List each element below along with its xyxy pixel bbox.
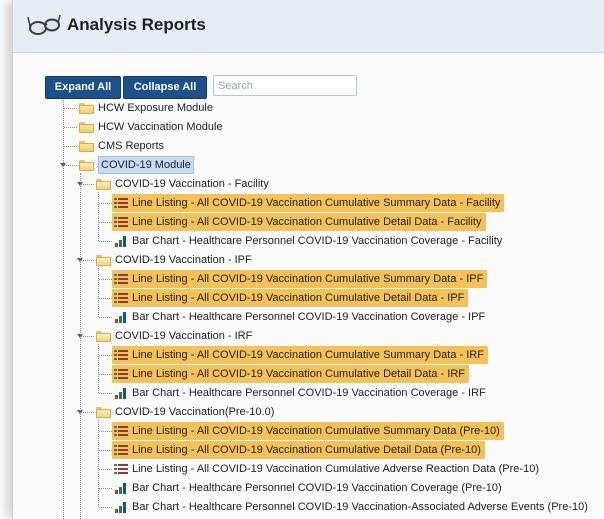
tree-line — [99, 488, 112, 489]
report-label: Bar Chart - Healthcare Personnel COVID-1… — [132, 387, 486, 399]
analysis-reports-window: Analysis Reports Expand All Collapse All… — [12, 0, 604, 519]
tree-node-module-0[interactable]: HCW Exposure Module — [79, 99, 213, 117]
line-listing-report-link[interactable]: Line Listing - All COVID-19 Vaccination … — [112, 422, 504, 440]
eyeglasses-icon — [27, 14, 61, 35]
folder-icon — [96, 178, 111, 190]
report-label: Line Listing - All COVID-19 Vaccination … — [132, 349, 484, 361]
line-listing-icon — [114, 198, 128, 208]
bar-chart-icon — [115, 311, 126, 323]
bar-chart-report-link[interactable]: Bar Chart - Healthcare Personnel COVID-1… — [114, 479, 502, 497]
bar-chart-report-link[interactable]: Bar Chart - Healthcare Personnel COVID-1… — [114, 384, 486, 402]
folder-icon — [79, 159, 94, 171]
tree-line — [64, 108, 77, 109]
folder-icon — [96, 406, 111, 418]
line-listing-report-link[interactable]: Line Listing - All COVID-19 Vaccination … — [112, 441, 485, 459]
page-title: Analysis Reports — [67, 15, 206, 34]
folder-icon — [96, 330, 111, 342]
report-label: Line Listing - All COVID-19 Vaccination … — [132, 463, 539, 475]
tree-line — [63, 100, 64, 519]
bar-chart-icon — [115, 482, 126, 494]
tree-node-label: COVID-19 Vaccination - Facility — [115, 178, 269, 190]
report-label: Line Listing - All COVID-19 Vaccination … — [132, 292, 465, 304]
tree-line — [99, 393, 112, 394]
line-listing-report-link[interactable]: Line Listing - All COVID-19 Vaccination … — [114, 460, 539, 478]
line-listing-report-link[interactable]: Line Listing - All COVID-19 Vaccination … — [112, 365, 469, 383]
tree-line — [99, 374, 112, 375]
report-label: Line Listing - All COVID-19 Vaccination … — [132, 216, 482, 228]
report-label: Bar Chart - Healthcare Personnel COVID-1… — [132, 235, 503, 247]
tree-node-label: HCW Exposure Module — [98, 102, 213, 114]
tree-node-group-1[interactable]: COVID-19 Vaccination - IPF — [96, 251, 252, 269]
report-label: Bar Chart - Healthcare Personnel COVID-1… — [132, 482, 502, 494]
line-listing-icon — [114, 293, 128, 303]
bar-chart-icon — [115, 501, 126, 513]
folder-icon — [79, 140, 94, 152]
report-label: Line Listing - All COVID-19 Vaccination … — [132, 197, 501, 209]
tree-node-group-3[interactable]: COVID-19 Vaccination(Pre-10.0) — [96, 403, 274, 421]
search-input[interactable] — [213, 75, 357, 96]
tree-line — [99, 222, 112, 223]
bar-chart-report-link[interactable]: Bar Chart - Healthcare Personnel COVID-1… — [114, 498, 588, 516]
report-label: Line Listing - All COVID-19 Vaccination … — [132, 444, 481, 456]
tree-line — [98, 420, 99, 507]
line-listing-icon — [114, 274, 128, 284]
tree-line — [98, 192, 99, 241]
tree-node-label: COVID-19 Vaccination - IRF — [115, 330, 253, 342]
tree-line — [98, 344, 99, 393]
folder-icon — [79, 102, 94, 114]
report-label: Line Listing - All COVID-19 Vaccination … — [132, 368, 465, 380]
line-listing-icon — [114, 426, 128, 436]
tree-node-covid19-module[interactable]: COVID-19 Module — [79, 156, 194, 174]
line-listing-icon — [114, 369, 128, 379]
report-label: Line Listing - All COVID-19 Vaccination … — [132, 273, 484, 285]
tree-line — [99, 450, 112, 451]
tree-node-label: COVID-19 Module — [98, 156, 194, 174]
bar-chart-report-link[interactable]: Bar Chart - Healthcare Personnel COVID-1… — [114, 308, 485, 326]
line-listing-report-link[interactable]: Line Listing - All COVID-19 Vaccination … — [112, 213, 486, 231]
tree-line — [64, 127, 77, 128]
collapse-all-button[interactable]: Collapse All — [123, 76, 207, 99]
tree-line — [99, 241, 112, 242]
tree-line — [98, 268, 99, 317]
tree-line — [99, 203, 112, 204]
report-label: Bar Chart - Healthcare Personnel COVID-1… — [132, 501, 588, 513]
expand-all-button[interactable]: Expand All — [45, 76, 121, 99]
tree-line — [99, 279, 112, 280]
line-listing-icon — [114, 445, 128, 455]
page-header: Analysis Reports — [13, 0, 604, 53]
tree-line — [99, 469, 112, 470]
tree-line — [80, 173, 81, 519]
tree-node-label: HCW Vaccination Module — [98, 121, 223, 133]
line-listing-icon — [114, 350, 128, 360]
tree-node-module-1[interactable]: HCW Vaccination Module — [79, 118, 223, 136]
tree-line — [99, 298, 112, 299]
tree-node-label: CMS Reports — [98, 140, 165, 152]
line-listing-icon — [114, 217, 128, 227]
tree-node-group-0[interactable]: COVID-19 Vaccination - Facility — [96, 175, 269, 193]
tree-line — [99, 507, 112, 508]
line-listing-icon — [114, 464, 128, 474]
tree-line — [99, 355, 112, 356]
tree-line — [99, 317, 112, 318]
bar-chart-icon — [115, 235, 126, 247]
bar-chart-report-link[interactable]: Bar Chart - Healthcare Personnel COVID-1… — [114, 232, 502, 250]
folder-icon — [96, 254, 111, 266]
folder-icon — [79, 121, 94, 133]
bar-chart-icon — [115, 387, 126, 399]
line-listing-report-link[interactable]: Line Listing - All COVID-19 Vaccination … — [112, 194, 505, 212]
tree-node-group-2[interactable]: COVID-19 Vaccination - IRF — [96, 327, 252, 345]
tree-line — [64, 146, 77, 147]
tree-node-label: COVID-19 Vaccination - IPF — [115, 254, 252, 266]
line-listing-report-link[interactable]: Line Listing - All COVID-19 Vaccination … — [112, 346, 488, 364]
report-label: Line Listing - All COVID-19 Vaccination … — [132, 425, 500, 437]
line-listing-report-link[interactable]: Line Listing - All COVID-19 Vaccination … — [112, 270, 488, 288]
tree-node-module-2[interactable]: CMS Reports — [79, 137, 164, 155]
tree-line — [99, 431, 112, 432]
tree-node-label: COVID-19 Vaccination(Pre-10.0) — [115, 406, 275, 418]
line-listing-report-link[interactable]: Line Listing - All COVID-19 Vaccination … — [112, 289, 469, 307]
report-label: Bar Chart - Healthcare Personnel COVID-1… — [132, 311, 486, 323]
